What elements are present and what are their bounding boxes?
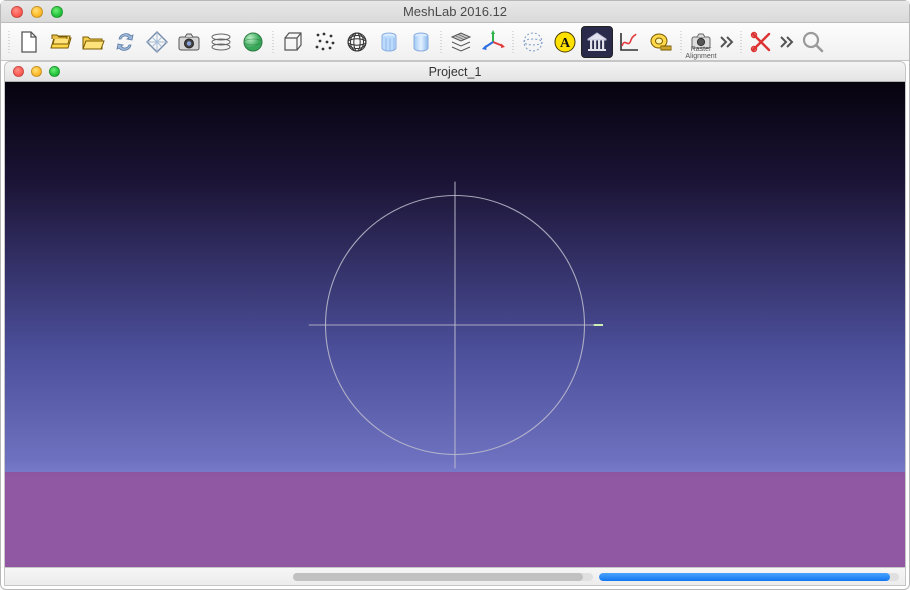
progress-fill [599,573,890,581]
clear-selection-button[interactable] [745,26,777,58]
xyz-axes-icon [480,29,506,55]
main-toolbar: A RasterAlignme [1,23,909,61]
sphere-green-icon [240,29,266,55]
import-mesh-button[interactable] [77,26,109,58]
scissors-x-icon [748,29,774,55]
annotation-button[interactable]: A [549,26,581,58]
document-icon [16,29,42,55]
texture-button[interactable] [445,26,477,58]
magnifier-icon [800,29,826,55]
render-wireframe-button[interactable] [341,26,373,58]
scrollbar-thumb[interactable] [293,573,583,581]
plot-axes-icon [616,29,642,55]
export-mesh-button[interactable] [141,26,173,58]
toggle-axes-button[interactable] [477,26,509,58]
letter-a-badge-icon: A [552,29,578,55]
project-close-button[interactable] [13,66,24,77]
project-titlebar: Project_1 [4,61,906,82]
diamond-outline-icon [144,29,170,55]
measure-button[interactable] [645,26,677,58]
project-traffic-lights [5,66,60,77]
cylinder-smooth-icon [408,29,434,55]
toolbar-separator [437,27,445,57]
toolbar-separator [737,27,745,57]
folder-stack-yellow-icon [48,29,74,55]
toolbar-overflow-button[interactable] [717,26,737,58]
toolbar-overflow-button-2[interactable] [777,26,797,58]
toolbar-separator [509,27,517,57]
project-zoom-button[interactable] [49,66,60,77]
toolbar-separator [269,27,277,57]
new-project-button[interactable] [13,26,45,58]
render-flat-button[interactable] [373,26,405,58]
trackball-sphere-button[interactable] [517,26,549,58]
double-chevron-right-icon [719,35,735,49]
window-title: MeshLab 2016.12 [1,4,909,19]
window-titlebar: MeshLab 2016.12 [1,1,909,23]
search-button[interactable] [797,26,829,58]
project-minimize-button[interactable] [31,66,42,77]
project-title: Project_1 [5,65,905,79]
snapshot-button[interactable] [173,26,205,58]
svg-text:A: A [560,36,571,51]
reload-button[interactable] [109,26,141,58]
content-area: Project_1 [4,61,906,586]
reload-arrows-icon [112,29,138,55]
bounding-box-button[interactable] [277,26,309,58]
viewport-3d[interactable] [4,82,906,568]
window-traffic-lights [1,6,63,18]
render-smooth-button[interactable] [405,26,437,58]
toolbar-separator [677,27,685,57]
viewport-ground-plane [5,472,905,567]
building-columns-icon [584,29,610,55]
zoom-window-button[interactable] [51,6,63,18]
trackball-gizmo[interactable] [307,177,603,473]
toolbar-grip [5,27,13,57]
camera-icon [176,29,202,55]
layers-icon [208,29,234,55]
horizontal-scrollbar[interactable] [293,573,593,581]
open-project-button[interactable] [45,26,77,58]
museum-view-button[interactable] [581,26,613,58]
status-bar [4,568,906,586]
progress-bar [599,573,899,581]
layers-button[interactable] [205,26,237,58]
sphere-dashed-icon [520,29,546,55]
normals-button[interactable] [237,26,269,58]
double-chevron-right-icon [779,35,795,49]
render-points-button[interactable] [309,26,341,58]
sphere-wireframe-icon [344,29,370,55]
raster-sublabel: RasterAlignment [685,46,717,60]
cylinder-flat-icon [376,29,402,55]
minimize-window-button[interactable] [31,6,43,18]
plot-button[interactable] [613,26,645,58]
layers-grid-icon [448,29,474,55]
close-window-button[interactable] [11,6,23,18]
tape-measure-icon [648,29,674,55]
folder-open-yellow-icon [80,29,106,55]
points-scatter-icon [312,29,338,55]
cube-wire-icon [280,29,306,55]
